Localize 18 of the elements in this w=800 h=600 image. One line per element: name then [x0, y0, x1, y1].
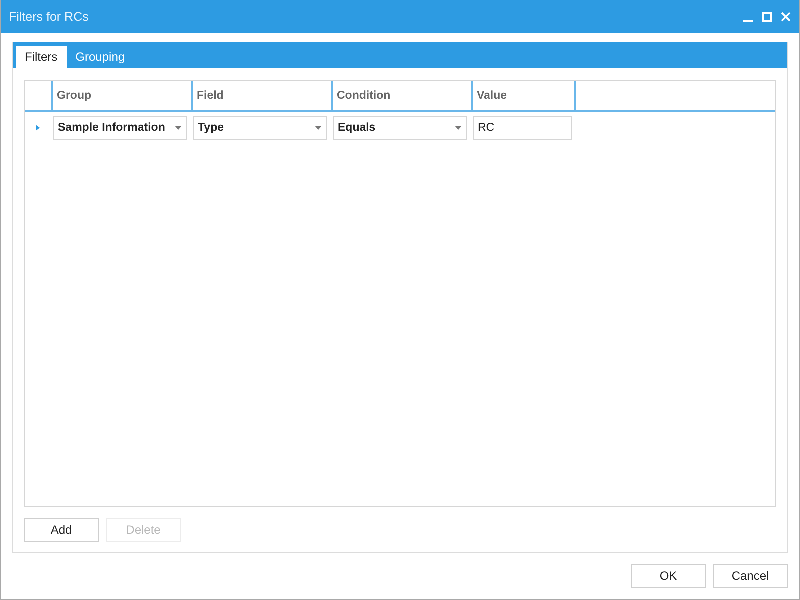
- maximize-icon[interactable]: [762, 12, 772, 22]
- dropdown-arrow-icon: [455, 126, 462, 130]
- dropdown-arrow-icon: [175, 126, 182, 130]
- value-field[interactable]: RC: [473, 116, 572, 140]
- close-icon[interactable]: [781, 12, 791, 22]
- grid-button[interactable]: Add: [24, 518, 99, 542]
- field-dropdown[interactable]: Type: [193, 116, 327, 140]
- column-header[interactable]: Value: [471, 81, 576, 110]
- column-header[interactable]: Field: [191, 81, 331, 110]
- column-header[interactable]: Group: [51, 81, 191, 110]
- group-dropdown[interactable]: Sample Information: [53, 116, 187, 140]
- condition-dropdown[interactable]: Equals: [333, 116, 467, 140]
- tab[interactable]: Filters: [16, 46, 67, 68]
- dialog-button[interactable]: Cancel: [713, 564, 788, 588]
- dialog-button[interactable]: OK: [631, 564, 706, 588]
- column-header[interactable]: Condition: [331, 81, 471, 110]
- window-title: Filters for RCs: [9, 10, 90, 24]
- dropdown-arrow-icon: [315, 126, 322, 130]
